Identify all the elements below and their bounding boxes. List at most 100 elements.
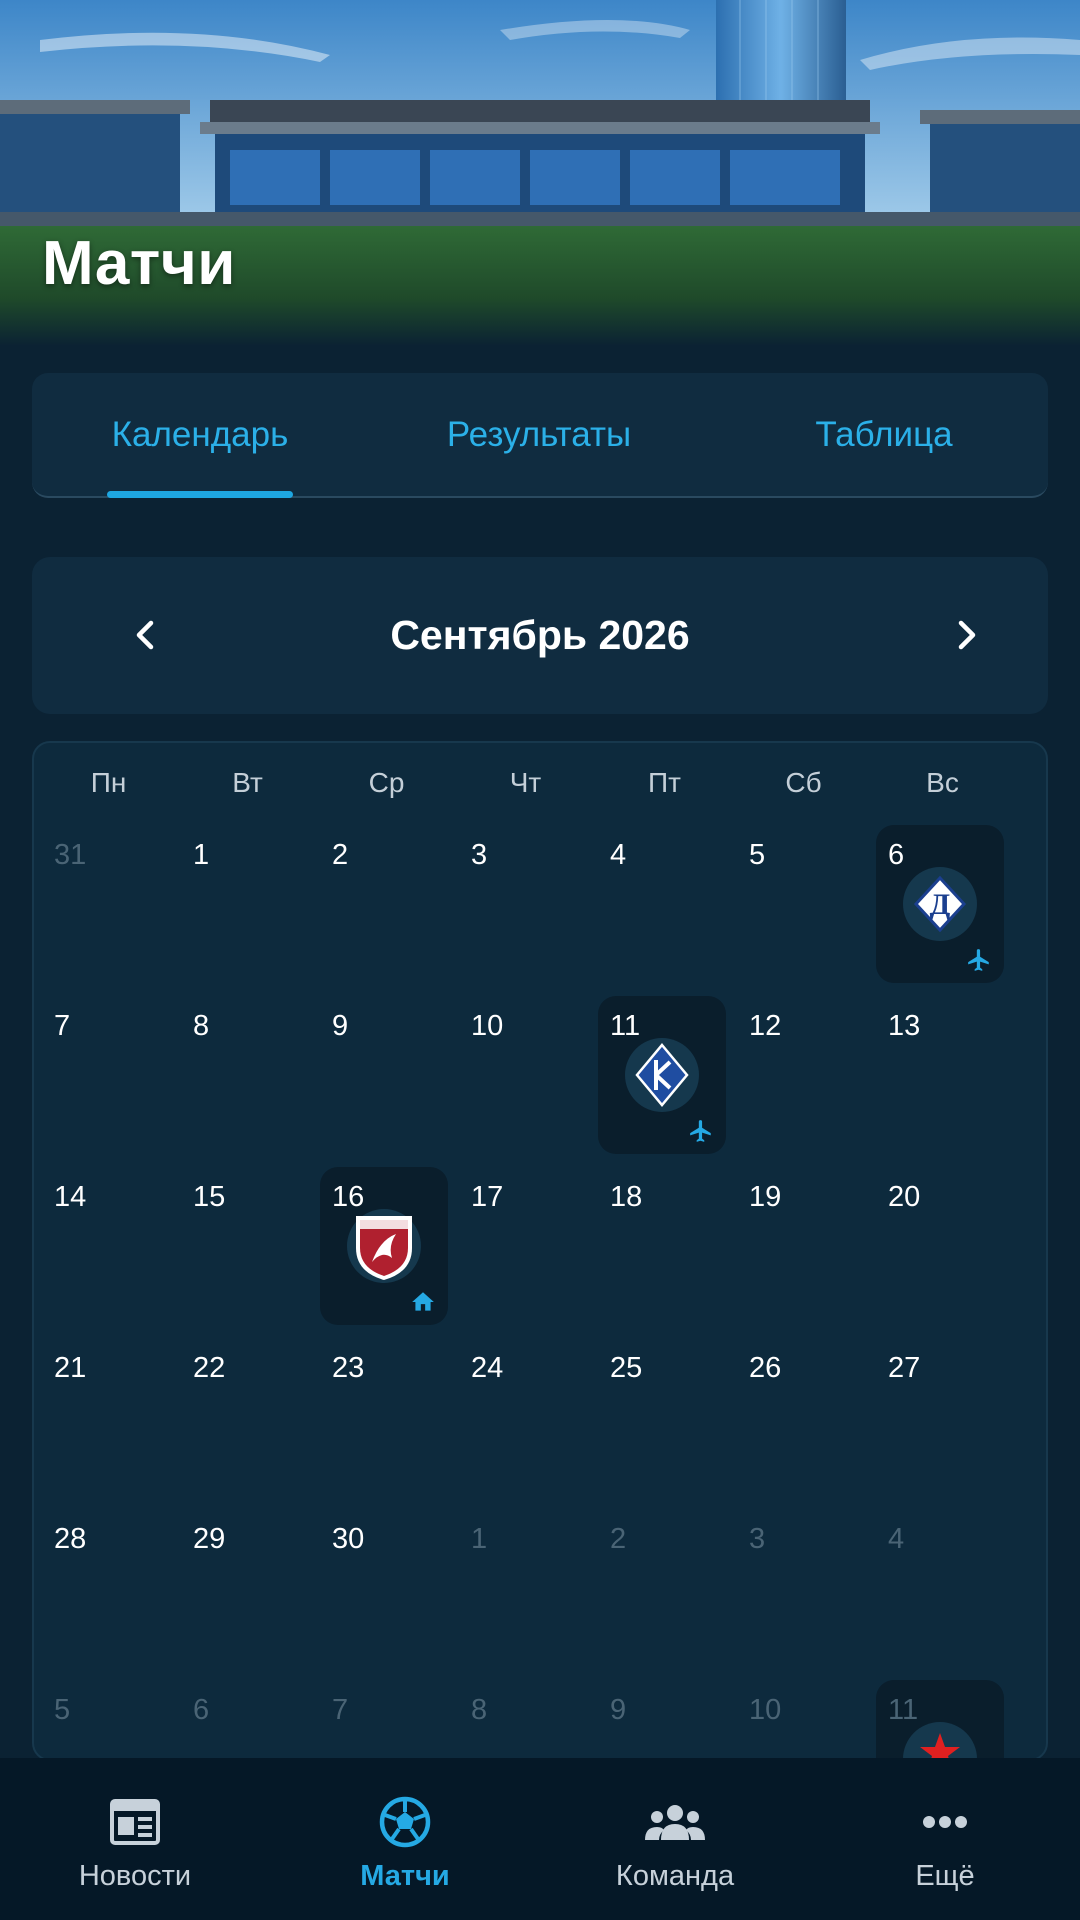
- nav-team[interactable]: Команда: [540, 1758, 810, 1920]
- calendar-day[interactable]: 26: [737, 1338, 865, 1496]
- day-number: 13: [888, 1010, 921, 1042]
- day-number: 10: [471, 1010, 504, 1042]
- calendar-day[interactable]: 2: [598, 1509, 726, 1667]
- calendar-day[interactable]: 24: [459, 1338, 587, 1496]
- calendar-day[interactable]: 25: [598, 1338, 726, 1496]
- calendar-day[interactable]: 30: [320, 1509, 448, 1667]
- day-number: 14: [54, 1181, 87, 1213]
- nav-matches[interactable]: Матчи: [270, 1758, 540, 1920]
- calendar-day[interactable]: 5: [42, 1680, 170, 1759]
- day-number: 19: [749, 1181, 782, 1213]
- calendar-day[interactable]: 31: [42, 825, 170, 983]
- calendar-day[interactable]: 9: [320, 996, 448, 1154]
- calendar-day[interactable]: 28: [42, 1509, 170, 1667]
- calendar-day[interactable]: 1: [459, 1509, 587, 1667]
- day-number: 31: [54, 839, 87, 871]
- calendar-day[interactable]: 3: [737, 1509, 865, 1667]
- day-number: 10: [749, 1694, 782, 1726]
- calendar-day[interactable]: 17: [459, 1167, 587, 1325]
- calendar-day[interactable]: 9: [598, 1680, 726, 1759]
- day-number: 27: [888, 1352, 921, 1384]
- day-number: 1: [471, 1523, 488, 1555]
- day-number: 3: [749, 1523, 766, 1555]
- calendar-day[interactable]: 8: [459, 1680, 587, 1759]
- day-number: 8: [193, 1010, 210, 1042]
- day-number: 11: [888, 1694, 919, 1726]
- day-number: 5: [749, 839, 766, 871]
- day-number: 25: [610, 1352, 643, 1384]
- day-number: 8: [471, 1694, 488, 1726]
- newspaper-icon: [110, 1799, 160, 1845]
- day-number: 4: [888, 1523, 905, 1555]
- calendar-day[interactable]: 27: [876, 1338, 1004, 1496]
- bottom-navigation: Новости Матчи Команда Ещё: [0, 1758, 1080, 1920]
- calendar-day[interactable]: 20: [876, 1167, 1004, 1325]
- calendar-day[interactable]: 14: [42, 1167, 170, 1325]
- month-navigator: Сентябрь 2026: [32, 557, 1048, 714]
- calendar-day[interactable]: 4: [598, 825, 726, 983]
- tab-table[interactable]: Таблица: [794, 373, 974, 496]
- calendar-day[interactable]: 3: [459, 825, 587, 983]
- dinamo-crest: Д: [903, 867, 977, 941]
- tab-bar: Календарь Результаты Таблица: [32, 373, 1048, 498]
- calendar-day-match[interactable]: 11: [598, 996, 726, 1154]
- header-banner: Матчи: [0, 0, 1080, 346]
- day-number: 22: [193, 1352, 226, 1384]
- weekday-label: Вт: [232, 767, 263, 798]
- tab-results[interactable]: Результаты: [424, 373, 654, 496]
- calendar-day[interactable]: 29: [181, 1509, 309, 1667]
- day-number: 3: [471, 839, 488, 871]
- cska-crest: [903, 1722, 977, 1759]
- calendar-day[interactable]: 13: [876, 996, 1004, 1154]
- day-number: 26: [749, 1352, 782, 1384]
- day-number: 17: [471, 1181, 504, 1213]
- calendar-day[interactable]: 5: [737, 825, 865, 983]
- calendar-day[interactable]: 7: [42, 996, 170, 1154]
- day-number: 23: [332, 1352, 365, 1384]
- calendar-day[interactable]: 18: [598, 1167, 726, 1325]
- day-number: 20: [888, 1181, 921, 1213]
- nav-news[interactable]: Новости: [0, 1758, 270, 1920]
- calendar-day[interactable]: 15: [181, 1167, 309, 1325]
- day-number: 7: [54, 1010, 71, 1042]
- chevron-right-icon: [958, 620, 976, 650]
- calendar-day[interactable]: 8: [181, 996, 309, 1154]
- team-icon: [645, 1805, 705, 1840]
- nav-matches-label: Матчи: [360, 1860, 450, 1892]
- day-number: 2: [610, 1523, 627, 1555]
- calendar-day[interactable]: 1: [181, 825, 309, 983]
- calendar-day[interactable]: 7: [320, 1680, 448, 1759]
- next-month-button[interactable]: [936, 605, 996, 665]
- previous-month-button[interactable]: [116, 605, 176, 665]
- calendar-day[interactable]: 21: [42, 1338, 170, 1496]
- tab-calendar[interactable]: Календарь: [107, 373, 293, 496]
- calendar-day-match[interactable]: 16: [320, 1167, 448, 1325]
- nav-more-label: Ещё: [915, 1860, 975, 1892]
- calendar-day[interactable]: 2: [320, 825, 448, 983]
- day-number: 4: [610, 839, 627, 871]
- calendar-day[interactable]: 6: [181, 1680, 309, 1759]
- day-number: 6: [888, 839, 905, 871]
- day-number: 24: [471, 1352, 504, 1384]
- page-title: Матчи: [42, 229, 236, 298]
- day-number: 30: [332, 1523, 365, 1555]
- nav-more[interactable]: Ещё: [810, 1758, 1080, 1920]
- calendar-day[interactable]: 19: [737, 1167, 865, 1325]
- month-label: Сентябрь 2026: [390, 612, 690, 658]
- calendar-day[interactable]: 23: [320, 1338, 448, 1496]
- nav-team-label: Команда: [615, 1860, 735, 1892]
- calendar-day[interactable]: 12: [737, 996, 865, 1154]
- calendar-day-match[interactable]: 6Д: [876, 825, 1004, 983]
- calendar-day[interactable]: 4: [876, 1509, 1004, 1667]
- day-number: 1: [193, 839, 210, 871]
- day-number: 12: [749, 1010, 782, 1042]
- weekday-label: Вс: [926, 767, 959, 798]
- calendar-day[interactable]: 10: [459, 996, 587, 1154]
- airplane-icon: [688, 1118, 714, 1144]
- soccer-ball-icon: [379, 1796, 431, 1848]
- calendar-day-match[interactable]: 11: [876, 1680, 1004, 1759]
- calendar-day[interactable]: 10: [737, 1680, 865, 1759]
- rubin-crest: [347, 1209, 421, 1283]
- calendar-day[interactable]: 22: [181, 1338, 309, 1496]
- svg-text:Д: Д: [930, 888, 951, 921]
